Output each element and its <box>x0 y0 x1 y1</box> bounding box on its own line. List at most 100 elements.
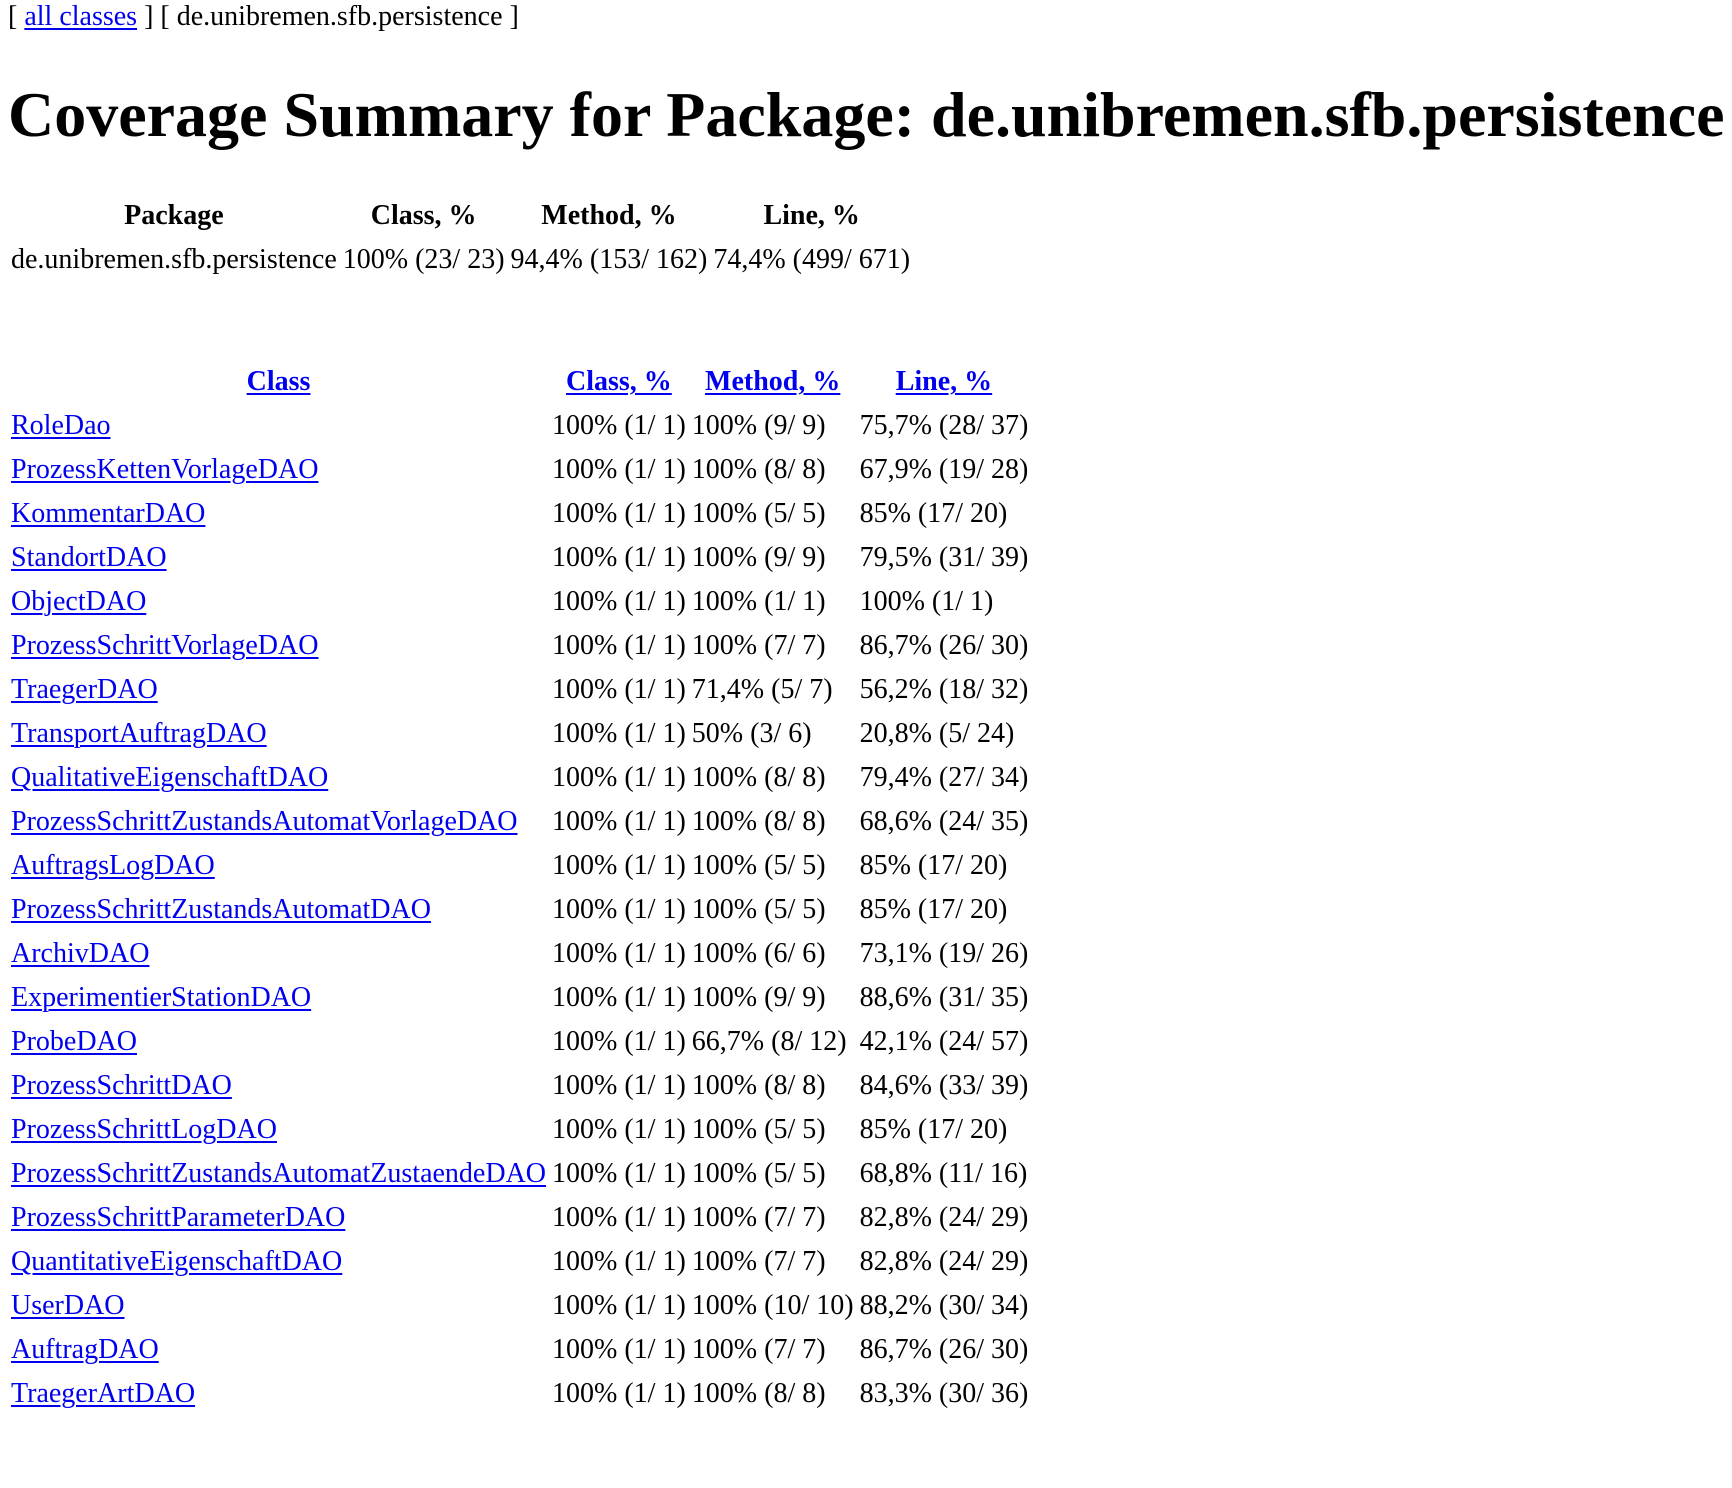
class-name-cell: UserDAO <box>10 1286 547 1326</box>
class-link[interactable]: ProbeDAO <box>11 1026 137 1057</box>
package-class-header: Class, % <box>370 200 477 231</box>
class-link[interactable]: RoleDao <box>11 410 111 441</box>
method-coverage-cell: 100% (5/ 5) <box>691 1114 826 1145</box>
table-row: TraegerDAO 100% (1/ 1) 71,4% (5/ 7) 56,2% (… <box>10 670 1029 710</box>
line-coverage-cell: 82,8% (24/ 29) <box>859 1246 1029 1277</box>
table-row: ProzessKettenVorlageDAO 100% (1/ 1) 100% (… <box>10 450 1029 490</box>
method-coverage-cell: 100% (8/ 8) <box>691 806 826 837</box>
breadcrumb-separator: ] [ <box>137 1 177 32</box>
breadcrumb: [ all classes ] [ de.unibremen.sfb.persi… <box>8 0 519 34</box>
method-coverage-cell: 50% (3/ 6) <box>691 718 812 749</box>
class-link[interactable]: ProzessKettenVorlageDAO <box>11 454 318 485</box>
method-coverage-cell: 100% (8/ 8) <box>691 454 826 485</box>
class-coverage-cell: 100% (1/ 1) <box>552 1158 686 1189</box>
table-row: ProzessSchrittParameterDAO 100% (1/ 1) 100… <box>10 1198 1029 1238</box>
table-row: ExperimentierStationDAO 100% (1/ 1) 100% (… <box>10 978 1029 1018</box>
line-coverage-cell: 42,1% (24/ 57) <box>859 1026 1029 1057</box>
class-name-cell: AuftragDAO <box>10 1330 547 1370</box>
class-link[interactable]: QualitativeEigenschaftDAO <box>11 762 328 793</box>
class-link[interactable]: StandortDAO <box>11 542 167 573</box>
line-coverage-cell: 83,3% (30/ 36) <box>859 1378 1029 1409</box>
class-header: Class <box>10 362 547 402</box>
package-method-header: Method, % <box>541 200 677 231</box>
line-coverage-cell: 100% (1/ 1) <box>859 586 994 617</box>
class-name-cell: ProzessSchrittVorlageDAO <box>10 626 547 666</box>
line-coverage-cell: 85% (17/ 20) <box>859 894 1008 925</box>
class-link[interactable]: TraegerDAO <box>11 674 158 705</box>
class-coverage-cell: 100% (1/ 1) <box>552 1246 686 1277</box>
table-row: ProzessSchrittVorlageDAO 100% (1/ 1) 100% … <box>10 626 1029 666</box>
breadcrumb-current-package: de.unibremen.sfb.persistence <box>176 1 503 32</box>
line-coverage-cell: 85% (17/ 20) <box>859 850 1008 881</box>
class-name-cell: QuantitativeEigenschaftDAO <box>10 1242 547 1282</box>
method-coverage-cell: 100% (8/ 8) <box>691 1378 826 1409</box>
method-coverage-cell: 100% (8/ 8) <box>691 762 826 793</box>
class-link[interactable]: ProzessSchrittZustandsAutomatVorlageDAO <box>11 806 518 837</box>
class-coverage-cell: 100% (1/ 1) <box>552 410 686 441</box>
class-link[interactable]: TransportAuftragDAO <box>11 718 267 749</box>
table-row: StandortDAO 100% (1/ 1) 100% (9/ 9) 79,5% (… <box>10 538 1029 578</box>
class-name-cell: ArchivDAO <box>10 934 547 974</box>
class-link[interactable]: AuftragsLogDAO <box>11 850 215 881</box>
class-name-cell: RoleDao <box>10 406 547 446</box>
table-row: AuftragsLogDAO 100% (1/ 1) 100% (5/ 5) 85% … <box>10 846 1029 886</box>
class-name-cell: TransportAuftragDAO <box>10 714 547 754</box>
class-link[interactable]: ProzessSchrittDAO <box>11 1070 232 1101</box>
class-link[interactable]: KommentarDAO <box>11 498 205 529</box>
class-link[interactable]: ProzessSchrittLogDAO <box>11 1114 277 1145</box>
method-coverage-cell: 100% (9/ 9) <box>691 542 826 573</box>
method-coverage-cell: 100% (6/ 6) <box>691 938 826 969</box>
method-coverage-cell: 100% (7/ 7) <box>691 630 826 661</box>
class-link[interactable]: ExperimentierStationDAO <box>11 982 311 1013</box>
all-classes-link[interactable]: all classes <box>24 1 137 32</box>
class-name-cell: ProzessSchrittZustandsAutomatZustaendeDA… <box>10 1154 547 1194</box>
class-link[interactable]: ProzessSchrittZustandsAutomatZustaendeDA… <box>11 1158 546 1189</box>
method-coverage-cell: 100% (5/ 5) <box>691 1158 826 1189</box>
class-link[interactable]: AuftragDAO <box>11 1334 159 1365</box>
method-coverage-cell: 100% (9/ 9) <box>691 410 826 441</box>
method-coverage-cell: 71,4% (5/ 7) <box>691 674 833 705</box>
class-name-cell: TraegerDAO <box>10 670 547 710</box>
class-link[interactable]: ProzessSchrittVorlageDAO <box>11 630 318 661</box>
table-row: TransportAuftragDAO 100% (1/ 1) 50% (3/ 6)… <box>10 714 1029 754</box>
sort-by-class-percent-link[interactable]: Class, % <box>566 366 672 397</box>
breadcrumb-bracket-close: ] <box>502 1 519 32</box>
table-row: ProbeDAO 100% (1/ 1) 66,7% (8/ 12) 42,1% (2… <box>10 1022 1029 1062</box>
class-name-cell: ProzessSchrittZustandsAutomatVorlageDAO <box>10 802 547 842</box>
class-name-cell: ProbeDAO <box>10 1022 547 1062</box>
class-coverage-cell: 100% (1/ 1) <box>552 806 686 837</box>
table-row: AuftragDAO 100% (1/ 1) 100% (7/ 7) 86,7% (2… <box>10 1330 1029 1370</box>
table-row: KommentarDAO 100% (1/ 1) 100% (5/ 5) 85% (1… <box>10 494 1029 534</box>
class-link[interactable]: ArchivDAO <box>11 938 149 969</box>
class-name-cell: ProzessSchrittLogDAO <box>10 1110 547 1150</box>
sort-by-line-percent-link[interactable]: Line, % <box>896 366 992 397</box>
class-link[interactable]: TraegerArtDAO <box>11 1378 195 1409</box>
class-link[interactable]: ProzessSchrittZustandsAutomatDAO <box>11 894 431 925</box>
package-summary-row: de.unibremen.sfb.persistence 100% (23/ 2… <box>10 240 911 280</box>
class-coverage-cell: 100% (1/ 1) <box>552 850 686 881</box>
table-row: RoleDao 100% (1/ 1) 100% (9/ 9) 75,7% (28/ … <box>10 406 1029 446</box>
line-coverage-cell: 20,8% (5/ 24) <box>859 718 1015 749</box>
line-coverage-cell: 82,8% (24/ 29) <box>859 1202 1029 1233</box>
table-row: ProzessSchrittZustandsAutomatDAO 100% (1/… <box>10 890 1029 930</box>
line-coverage-cell: 85% (17/ 20) <box>859 498 1008 529</box>
class-link[interactable]: ObjectDAO <box>11 586 146 617</box>
table-row: ArchivDAO 100% (1/ 1) 100% (6/ 6) 73,1% (19… <box>10 934 1029 974</box>
sort-by-method-percent-link[interactable]: Method, % <box>705 366 840 397</box>
method-coverage-cell: 100% (10/ 10) <box>691 1290 854 1321</box>
class-coverage-cell: 100% (1/ 1) <box>552 1290 686 1321</box>
sort-by-class-link[interactable]: Class <box>247 366 311 397</box>
class-coverage-cell: 100% (1/ 1) <box>552 1334 686 1365</box>
class-link[interactable]: ProzessSchrittParameterDAO <box>11 1202 345 1233</box>
line-coverage-cell: 84,6% (33/ 39) <box>859 1070 1029 1101</box>
class-coverage-table: Class Class, % Method, % Line, % RoleDao… <box>6 358 1033 1418</box>
line-coverage-cell: 86,7% (26/ 30) <box>859 630 1029 661</box>
class-link[interactable]: UserDAO <box>11 1290 125 1321</box>
class-name-cell: TraegerArtDAO <box>10 1374 547 1414</box>
method-coverage-cell: 100% (1/ 1) <box>691 586 826 617</box>
class-name-cell: ExperimentierStationDAO <box>10 978 547 1018</box>
class-link[interactable]: QuantitativeEigenschaftDAO <box>11 1246 342 1277</box>
package-class-coverage: 100% (23/ 23) <box>342 244 505 275</box>
class-name-cell: ProzessSchrittZustandsAutomatDAO <box>10 890 547 930</box>
line-percent-header: Line, % <box>859 362 1030 402</box>
